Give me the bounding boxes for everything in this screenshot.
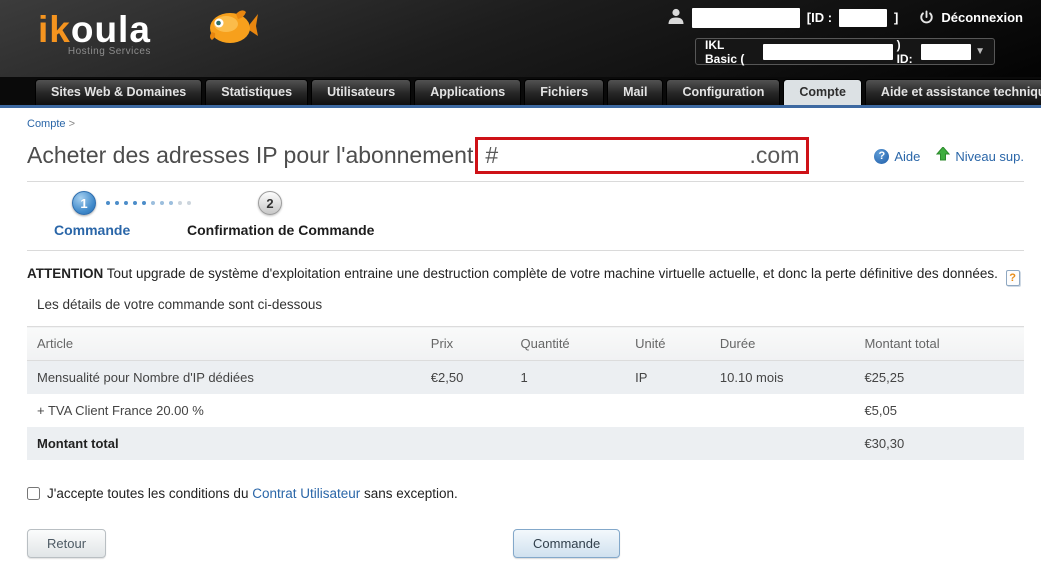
col-unite: Unité — [635, 327, 720, 361]
user-id-suffix: ] — [894, 10, 898, 25]
cell-unite — [635, 394, 720, 427]
cell-article: Montant total — [27, 427, 431, 460]
contract-link[interactable]: Contrat Utilisateur — [252, 486, 360, 501]
tab-applications[interactable]: Applications — [414, 79, 521, 105]
cell-duree: 10.10 mois — [720, 361, 865, 395]
step-1-label: Commande — [54, 222, 130, 238]
logo-text: ikoula — [38, 10, 151, 50]
tab-utilisateurs[interactable]: Utilisateurs — [311, 79, 411, 105]
step-2-label: Confirmation de Commande — [187, 222, 374, 238]
help-link[interactable]: ? Aide — [874, 147, 920, 165]
redacted-user-id — [839, 9, 887, 27]
cell-montant: €30,30 — [864, 427, 1024, 460]
cell-duree — [720, 394, 865, 427]
col-montant-total: Montant total — [864, 327, 1024, 361]
col-duree: Durée — [720, 327, 865, 361]
cell-montant: €5,05 — [864, 394, 1024, 427]
cell-montant: €25,25 — [864, 361, 1024, 395]
cell-quantite — [521, 427, 636, 460]
order-intro: Les détails de votre commande sont ci-de… — [37, 297, 1024, 312]
page-content: Compte > Acheter des adresses IP pour l'… — [0, 108, 1041, 563]
warning-body: Tout upgrade de système d'exploitation e… — [103, 266, 1001, 281]
user-id-prefix: [ID : — [807, 10, 832, 25]
help-icon: ? — [874, 149, 889, 164]
order-button[interactable]: Commande — [513, 529, 620, 558]
cell-prix — [431, 427, 521, 460]
breadcrumb-compte-link[interactable]: Compte — [27, 118, 66, 130]
help-doc-icon[interactable]: ? — [1006, 270, 1020, 286]
order-table: Article Prix Quantité Unité Durée Montan… — [27, 326, 1024, 460]
session-bar: [ID : ] Déconnexion — [667, 7, 1023, 28]
cell-unite — [635, 427, 720, 460]
cell-prix — [431, 394, 521, 427]
warning-label: ATTENTION — [27, 266, 103, 281]
tab-sites-web-domaines[interactable]: Sites Web & Domaines — [35, 79, 202, 105]
col-prix: Prix — [431, 327, 521, 361]
step-progress-dots — [106, 201, 191, 205]
power-icon[interactable] — [919, 10, 934, 25]
domain-suffix: .com — [750, 142, 800, 169]
subscription-prefix: IKL Basic ( — [705, 38, 759, 66]
col-article: Article — [27, 327, 431, 361]
agreement-text: J'accepte toutes les conditions du Contr… — [47, 486, 458, 501]
tab-mail[interactable]: Mail — [607, 79, 663, 105]
main-nav: Sites Web & Domaines Statistiques Utilis… — [0, 77, 1041, 108]
logo-text-orange: ik — [38, 9, 71, 50]
redacted-username — [692, 8, 800, 28]
tab-compte[interactable]: Compte — [783, 79, 862, 105]
warning-text: ATTENTION Tout upgrade de système d'expl… — [27, 266, 1024, 286]
table-header-row: Article Prix Quantité Unité Durée Montan… — [27, 327, 1024, 361]
accept-terms-checkbox[interactable] — [27, 487, 40, 500]
table-row: + TVA Client France 20.00 % €5,05 — [27, 394, 1024, 427]
top-header: ikoula Hosting Services [ID : ] Déconnex… — [0, 0, 1041, 77]
col-quantite: Quantité — [521, 327, 636, 361]
level-up-label: Niveau sup. — [955, 149, 1024, 164]
wizard-steps: 1 2 Commande Confirmation de Commande — [27, 188, 1024, 244]
action-buttons: Retour Commande — [27, 529, 1024, 563]
cell-unite: IP — [635, 361, 720, 395]
tab-configuration[interactable]: Configuration — [666, 79, 780, 105]
tab-statistiques[interactable]: Statistiques — [205, 79, 308, 105]
cell-quantite — [521, 394, 636, 427]
tab-aide-assistance[interactable]: Aide et assistance technique — [865, 79, 1041, 105]
level-up-icon — [936, 147, 950, 165]
logout-button[interactable]: Déconnexion — [941, 10, 1023, 25]
ikoula-logo[interactable]: ikoula Hosting Services — [38, 10, 151, 57]
level-up-link[interactable]: Niveau sup. — [936, 147, 1024, 165]
subscription-suffix: ) ID: — [897, 38, 917, 66]
agreement-row: J'accepte toutes les conditions du Contr… — [27, 486, 1024, 501]
breadcrumb-separator: > — [69, 118, 75, 130]
cell-article: + TVA Client France 20.00 % — [27, 394, 431, 427]
agreement-text-before: J'accepte toutes les conditions du — [47, 486, 252, 501]
user-icon — [667, 7, 685, 28]
title-links: ? Aide Niveau sup. — [874, 147, 1024, 165]
logo-text-white: oula — [71, 9, 151, 50]
title-row: Acheter des adresses IP pour l'abonnemen… — [27, 135, 1024, 175]
redacted-subscription-name — [763, 44, 893, 60]
chevron-down-icon — [975, 46, 985, 57]
step-1-circle: 1 — [72, 191, 96, 215]
goldfish-icon — [206, 6, 258, 55]
step-2-circle: 2 — [258, 191, 282, 215]
cell-duree — [720, 427, 865, 460]
table-total-row: Montant total €30,30 — [27, 427, 1024, 460]
subscription-dropdown[interactable]: IKL Basic ( ) ID: — [695, 38, 995, 65]
cell-article: Mensualité pour Nombre d'IP dédiées — [27, 361, 431, 395]
tab-fichiers[interactable]: Fichiers — [524, 79, 604, 105]
help-link-label: Aide — [894, 149, 920, 164]
agreement-text-after: sans exception. — [360, 486, 458, 501]
domain-prefix: # — [485, 142, 498, 169]
cell-prix: €2,50 — [431, 361, 521, 395]
breadcrumb: Compte > — [27, 118, 1024, 130]
cell-quantite: 1 — [521, 361, 636, 395]
redacted-subscription-id — [921, 44, 971, 60]
back-button[interactable]: Retour — [27, 529, 106, 558]
table-row: Mensualité pour Nombre d'IP dédiées €2,5… — [27, 361, 1024, 395]
redacted-domain-highlight-box: # .com — [475, 137, 809, 174]
page-title: Acheter des adresses IP pour l'abonnemen… — [27, 142, 473, 169]
